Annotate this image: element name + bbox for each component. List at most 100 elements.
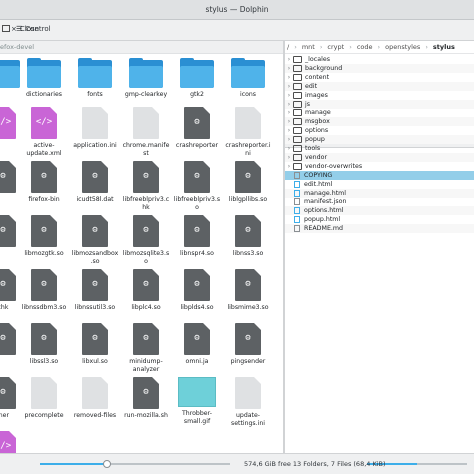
tree-row[interactable]: › edit (285, 81, 474, 91)
left-icon-view[interactable]: efox-devel dictionaries fonts gmp-clearkey… (0, 41, 283, 453)
breadcrumb-segment[interactable]: crypt (327, 43, 344, 51)
breadcrumb-segment[interactable]: mnt (302, 43, 315, 51)
expand-arrow-icon[interactable]: › (285, 109, 293, 116)
file-icon-item[interactable]: ⚙ libnss3.so (224, 215, 272, 258)
tree-row[interactable]: README.md (285, 224, 474, 234)
tree-row-label: README.md (304, 225, 344, 233)
expand-arrow-icon[interactable]: › (285, 83, 293, 90)
tree-row[interactable]: manage.html (285, 188, 474, 198)
file-icon-item[interactable]: Throbber-small.gif (173, 377, 221, 426)
folder-icon (293, 82, 302, 90)
tree-row[interactable]: › vendor (285, 152, 474, 162)
file-icon-item[interactable]: ⚙ libplds4.so (173, 269, 221, 312)
tree-row[interactable]: options.html (285, 206, 474, 216)
tree-row-label: manifest.json (304, 198, 347, 206)
file-icon-item[interactable]: gtk2 (173, 58, 221, 99)
file-icon-item[interactable]: update-settings.ini (224, 377, 272, 428)
file-icon-item[interactable]: icons (224, 58, 272, 99)
zoom-slider[interactable] (40, 460, 230, 468)
expand-arrow-icon[interactable]: › (285, 56, 293, 63)
file-icon-item[interactable]: ⚙ libmozgtk.so (20, 215, 68, 258)
file-icon-item[interactable]: removed-files (71, 377, 119, 420)
folder-icon (293, 100, 302, 108)
breadcrumb[interactable]: / › mnt › crypt › code › openstyles › stylus (285, 41, 474, 54)
file-icon-item[interactable]: ⚙ libsmime3.so (224, 269, 272, 312)
file-icon-item[interactable]: </> (0, 431, 27, 453)
tree-row[interactable]: › options (285, 126, 474, 135)
file-icon-item[interactable]: ⚙ libnssdbm3.so (20, 269, 68, 312)
expand-arrow-icon[interactable]: › (285, 74, 293, 81)
tree-row[interactable]: › images (285, 91, 474, 100)
file-icon-item[interactable]: ⚙ libfreeblpriv3.chk (122, 161, 170, 212)
expand-arrow-icon[interactable]: › (285, 145, 293, 152)
file-icon-item[interactable]: ⚙ icudt58l.dat (71, 161, 119, 204)
file-icon-label: libplds4.so (180, 304, 214, 311)
expand-arrow-icon[interactable]: › (285, 101, 293, 108)
file-icon-item[interactable]: application.ini (71, 107, 119, 150)
folder-icon (293, 64, 302, 72)
file-icon-item[interactable]: ⚙ firefox-bin (20, 161, 68, 204)
tree-row[interactable]: › js (285, 99, 474, 109)
binary-file-icon: ⚙ (235, 161, 261, 193)
file-icon-item[interactable]: ⚙ omni.ja (173, 323, 221, 366)
image-thumbnail-icon (178, 377, 216, 407)
file-icon-label: fonts (87, 91, 103, 98)
file-icon-item[interactable]: chrome.manifest (122, 107, 170, 158)
tree-row[interactable]: › background (285, 63, 474, 73)
tree-row[interactable]: popup.html (285, 215, 474, 224)
file-icon-item[interactable]: ⚙ crashreporter (173, 107, 221, 150)
toolbar-control-button[interactable]: ☰ Control (16, 25, 51, 33)
expand-arrow-icon[interactable]: › (285, 154, 293, 161)
file-icon-item[interactable]: ⚙ libmozsqlite3.so (122, 215, 170, 266)
breadcrumb-segment[interactable]: stylus (433, 43, 455, 51)
tree-row[interactable]: COPYING (285, 170, 474, 180)
folder-icon (27, 58, 61, 88)
file-icon-item[interactable]: ⚙ libnspr4.so (173, 215, 221, 258)
tree-row[interactable]: › vendor-overwrites (285, 162, 474, 171)
file-icon-label: gtk2 (190, 91, 204, 98)
tree-row[interactable]: › popup (285, 135, 474, 145)
breadcrumb-segment[interactable]: code (357, 43, 373, 51)
file-icon-item[interactable]: dictionaries (20, 58, 68, 99)
expand-arrow-icon[interactable]: › (285, 136, 293, 143)
tree-row[interactable]: › tools (285, 144, 474, 153)
tree-row-label: content (305, 73, 330, 81)
folder-icon (293, 91, 302, 99)
breadcrumb-segment[interactable]: / (287, 43, 289, 51)
tree-row[interactable]: › content (285, 73, 474, 82)
breadcrumb-segment[interactable]: openstyles (385, 43, 420, 51)
breadcrumb-separator-icon: › (425, 43, 428, 51)
file-icon-item[interactable]: ⚙ libmozsandbox.so (71, 215, 119, 266)
file-icon-item[interactable]: ⚙ libssl3.so (20, 323, 68, 366)
expand-arrow-icon[interactable]: › (285, 127, 293, 134)
file-icon-item[interactable]: fonts (71, 58, 119, 99)
window-title: stylus — Dolphin (205, 5, 269, 14)
file-icon-item[interactable]: </> active-update.xml (20, 107, 68, 158)
expand-arrow-icon[interactable]: › (285, 92, 293, 99)
status-bar: 574,6 GiB free 13 Folders, 7 Files (68,4… (0, 453, 474, 474)
file-icon-item[interactable]: crashreporter.ini (224, 107, 272, 158)
tree-row[interactable]: › _locales (285, 55, 474, 64)
right-tree-view[interactable]: /›mnt›crypt›code›openstyles›stylus Name … (285, 41, 474, 453)
tree-row[interactable]: › msgbox (285, 117, 474, 127)
file-icon-item[interactable]: gmp-clearkey (122, 58, 170, 99)
file-icon-item[interactable]: ⚙ libxul.so (71, 323, 119, 366)
file-icon-item[interactable]: ⚙ minidump-analyzer (122, 323, 170, 374)
expand-arrow-icon[interactable]: › (285, 163, 293, 170)
file-icon-item[interactable]: ⚙ libnssutil3.so (71, 269, 119, 312)
tree-row[interactable]: edit.html (285, 180, 474, 189)
file-icon-item[interactable]: ⚙ libplc4.so (122, 269, 170, 312)
tree-row[interactable]: manifest.json (285, 197, 474, 206)
left-breadcrumb[interactable]: efox-devel (0, 41, 283, 54)
file-icon-label: active-update.xml (26, 142, 62, 157)
expand-arrow-icon[interactable]: › (285, 65, 293, 72)
zoom-slider-handle[interactable] (102, 460, 111, 468)
file-icon-item[interactable]: ⚙ pingsender (224, 323, 272, 366)
expand-arrow-icon[interactable]: › (285, 118, 293, 125)
file-icon-item[interactable]: ⚙ libfreeblpriv3.so (173, 161, 221, 212)
file-icon-item[interactable]: precomplete (20, 377, 68, 420)
file-icon-item[interactable]: ⚙ liblgpllibs.so (224, 161, 272, 204)
tree-row[interactable]: › manage (285, 108, 474, 117)
file-icon-item[interactable]: ⚙ run-mozilla.sh (122, 377, 170, 420)
folder-icon (129, 58, 163, 88)
